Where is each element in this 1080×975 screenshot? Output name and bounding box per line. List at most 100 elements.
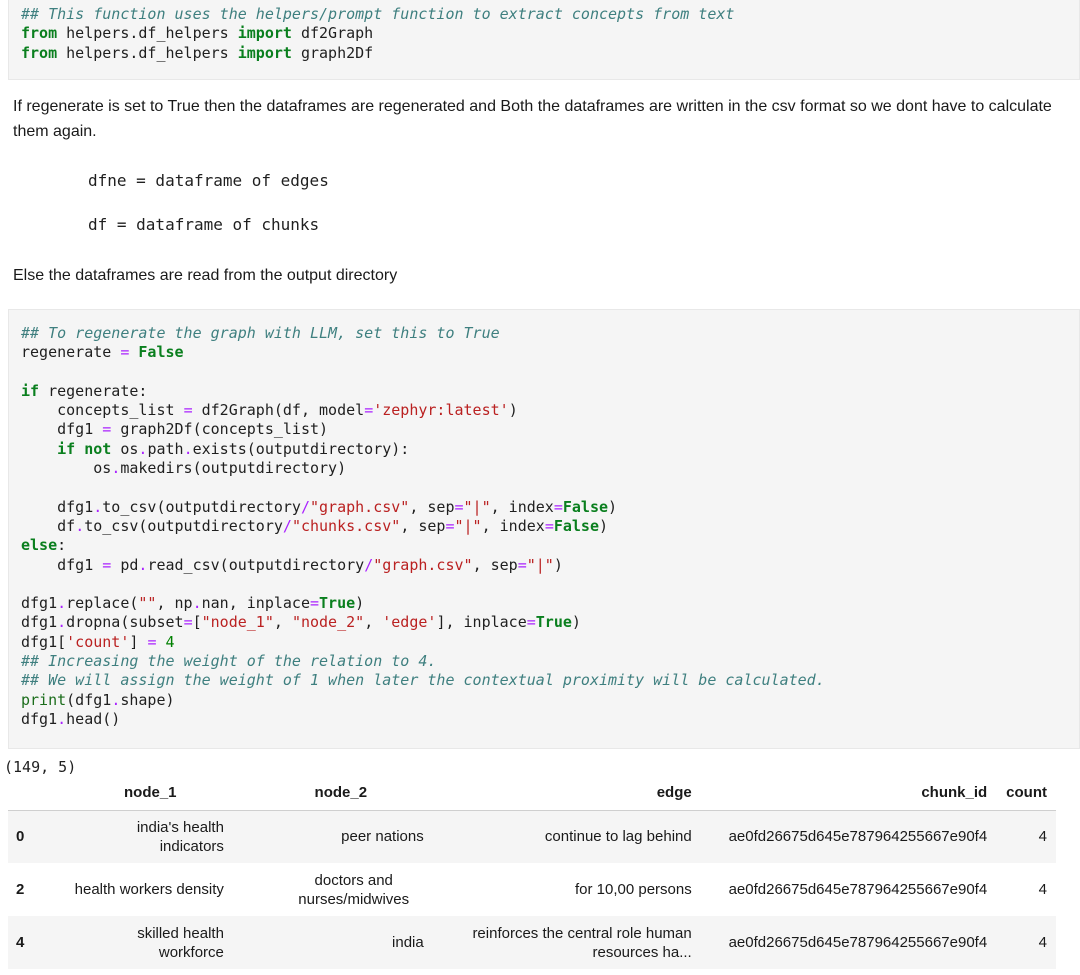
code-token: "graph.csv" (310, 497, 410, 516)
code-token: df2Graph (291, 24, 374, 43)
code-token: "|" (454, 516, 482, 535)
code-token: dfg1 (21, 555, 103, 574)
code-line: dfg1['count'] = 4 (21, 633, 1079, 652)
code-token: = (183, 613, 193, 632)
cell-node-1-text: skilled health workforce (137, 924, 224, 961)
code-token: . (183, 439, 193, 458)
code-token: "|" (526, 555, 554, 574)
code-line: dfg1 = pd.read_csv(outputdirectory/"grap… (21, 556, 1079, 575)
code-line: dfg1 = graph2Df(concepts_list) (21, 420, 1079, 439)
cell-node-1-text: health workers density (74, 881, 224, 898)
code-token: to_csv(outputdirectory (102, 497, 301, 516)
markdown-paragraph-else: Else the dataframes are read from the ou… (13, 267, 398, 284)
code-token: . (93, 497, 103, 516)
code-token: "" (138, 594, 157, 613)
code-token: from (21, 24, 58, 43)
code-token: "chunks.csv" (291, 516, 401, 535)
code-token: 'count' (66, 632, 130, 651)
code-token: . (192, 594, 202, 613)
cell-node-1-text: india's health indicators (136, 818, 224, 855)
code-line: from helpers.df_helpers import graph2Df (21, 44, 1079, 63)
code-token: helpers.df_helpers (57, 24, 238, 43)
code-token: ## We will assign the weight of 1 when l… (21, 671, 825, 690)
cell-count: 4 (1038, 881, 1047, 898)
code-token: = (310, 594, 320, 613)
code-line: dfg1.head() (21, 710, 1079, 729)
code-token: ] (129, 632, 148, 651)
cell-count: 4 (1038, 828, 1047, 846)
code-token: , sep (409, 497, 455, 516)
code-token: import (237, 43, 292, 62)
row-index: 0 (16, 828, 25, 846)
code-line: print(dfg1.shape) (21, 691, 1079, 710)
code-token: (dfg1 (66, 690, 112, 709)
column-header-chunk-id: chunk_id (921, 784, 988, 802)
code-token: if (21, 381, 40, 400)
code-token: ) (553, 555, 563, 574)
code-token: dfg1 (21, 709, 58, 728)
code-token: dfg1 (21, 594, 58, 613)
table-row: 4 skilled health workforce india reinfor… (8, 916, 1056, 969)
cell-chunk-id: ae0fd26675d645e787964255667e90f4 (728, 828, 988, 846)
code-token: = (183, 401, 193, 420)
code-token: helpers.df_helpers (57, 43, 238, 62)
code-token: 'edge' (382, 613, 437, 632)
code-token: path (147, 439, 184, 458)
code-token: , sep (472, 555, 518, 574)
cell-edge: reinforces the central role human resour… (433, 916, 701, 969)
code-token: ## Increasing the weight of the relation… (21, 652, 437, 671)
code-token: = (102, 555, 112, 574)
cell-node-2: peer nations (341, 828, 424, 846)
code-token: print (21, 690, 67, 709)
code-token: dfg1[ (21, 632, 67, 651)
code-token: nan, inplace (201, 594, 310, 613)
code-line: dfg1.dropna(subset=["node_1", "node_2", … (21, 613, 1079, 632)
cell-node-2: india (392, 934, 424, 951)
code-token: dfg1 (21, 613, 58, 632)
code-token: , np (156, 594, 193, 613)
code-token: ], inplace (436, 613, 527, 632)
code-token: . (75, 516, 85, 535)
cell-node-2-text: doctors and nurses/midwives (298, 871, 410, 908)
column-header-count: count (1006, 784, 1047, 802)
code-line: if regenerate: (21, 382, 1079, 401)
dataframe-output-table: node_1 node_2 edge chunk_id count 0 indi… (8, 776, 1056, 969)
code-token: makedirs(outputdirectory) (120, 459, 347, 478)
code-token: : (57, 536, 67, 555)
code-token: regenerate (21, 343, 121, 362)
code-token: "graph.csv" (373, 555, 473, 574)
cell-node-1: skilled health workforce (52, 916, 249, 969)
code-token: read_csv(outputdirectory (147, 555, 365, 574)
cell-chunk-id: ae0fd26675d645e787964255667e90f4 (728, 881, 988, 898)
code-token: 'zephyr:latest' (373, 401, 509, 420)
code-token: , (273, 613, 292, 632)
code-token: concepts_list (21, 401, 184, 420)
code-token: head() (66, 709, 121, 728)
row-index: 2 (16, 881, 25, 898)
output-shape: (149, 5) (4, 758, 77, 776)
code-token: . (111, 459, 121, 478)
markdown-code-dfne: dfne = dataframe of edges (88, 171, 329, 190)
column-header-node-1: node_1 (124, 784, 177, 802)
code-token: df2Graph(df, model (192, 401, 365, 420)
code-line: ## Increasing the weight of the relation… (21, 652, 1079, 671)
code-token: "|" (463, 497, 491, 516)
code-token: to_csv(outputdirectory (84, 516, 283, 535)
cell-chunk-id: ae0fd26675d645e787964255667e90f4 (728, 934, 988, 951)
code-token: os (21, 459, 112, 478)
code-cell-regenerate[interactable]: ## To regenerate the graph with LLM, set… (8, 309, 1080, 749)
code-token: True (319, 594, 356, 613)
code-token: [ (192, 613, 202, 632)
code-token: os (111, 439, 139, 458)
code-token: , (364, 613, 383, 632)
code-token: . (111, 690, 121, 709)
code-token: ) (571, 613, 581, 632)
code-token: ) (599, 516, 609, 535)
code-line: regenerate = False (21, 343, 1079, 362)
code-line: concepts_list = df2Graph(df, model='zeph… (21, 401, 1079, 420)
code-cell-imports[interactable]: ## This function uses the helpers/prompt… (8, 0, 1080, 80)
code-token: regenerate: (39, 381, 148, 400)
code-token: "node_2" (291, 613, 365, 632)
